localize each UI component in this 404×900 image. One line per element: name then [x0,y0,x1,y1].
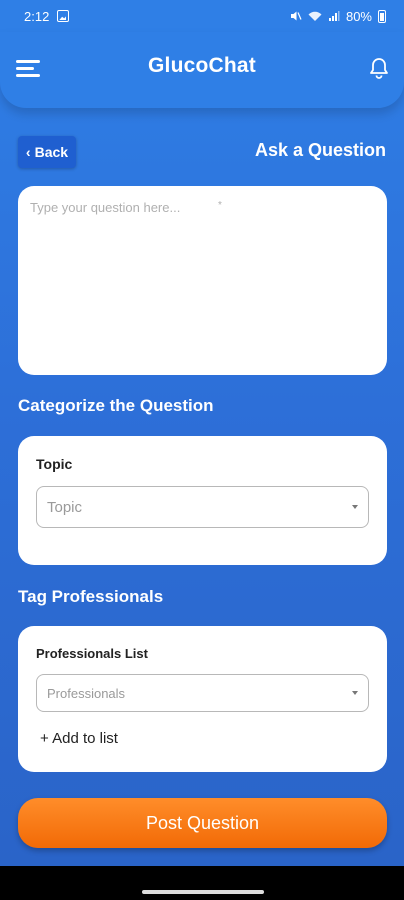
add-to-list-button[interactable]: + Add to list [40,730,118,747]
topic-select-value: Topic [47,498,83,516]
hamburger-menu-icon[interactable] [16,60,40,78]
bell-icon[interactable] [368,56,390,80]
status-time: 2:12 [24,8,50,24]
status-left: 2:12 [24,8,70,24]
topic-card: Topic Topic [18,436,387,565]
back-button-label: Back [34,144,69,160]
professionals-select[interactable]: Professionals [36,674,369,712]
categorize-heading: Categorize the Question [18,396,214,415]
chevron-left-icon: ‹ [25,144,31,160]
app-bar: GlucoChat [0,32,404,108]
caret-down-icon [352,505,358,509]
gallery-icon [57,10,70,22]
question-input[interactable] [30,200,375,361]
post-question-button[interactable]: Post Question [18,798,387,848]
home-handle[interactable] [142,890,264,894]
required-marker: * [218,200,222,211]
app-title: GlucoChat [148,54,256,77]
page-title: Ask a Question [254,140,386,160]
system-nav-bar [0,866,404,900]
topic-label: Topic [36,456,73,472]
battery-percent: 80% [345,8,372,24]
professionals-label: Professionals List [36,646,148,661]
status-right: 80% [290,9,386,24]
topic-select[interactable]: Topic [36,486,369,528]
question-box: * [18,186,387,375]
tag-professionals-heading: Tag Professionals [18,587,164,606]
battery-icon [378,9,386,23]
caret-down-icon [352,691,358,695]
professionals-select-value: Professionals [47,685,126,701]
status-bar: 2:12 80% [0,0,404,32]
back-button[interactable]: ‹ Back [18,136,76,168]
wifi-icon [308,11,322,21]
signal-icon [328,11,340,21]
professionals-card: Professionals List Professionals + Add t… [18,626,387,772]
mute-icon [290,11,302,21]
